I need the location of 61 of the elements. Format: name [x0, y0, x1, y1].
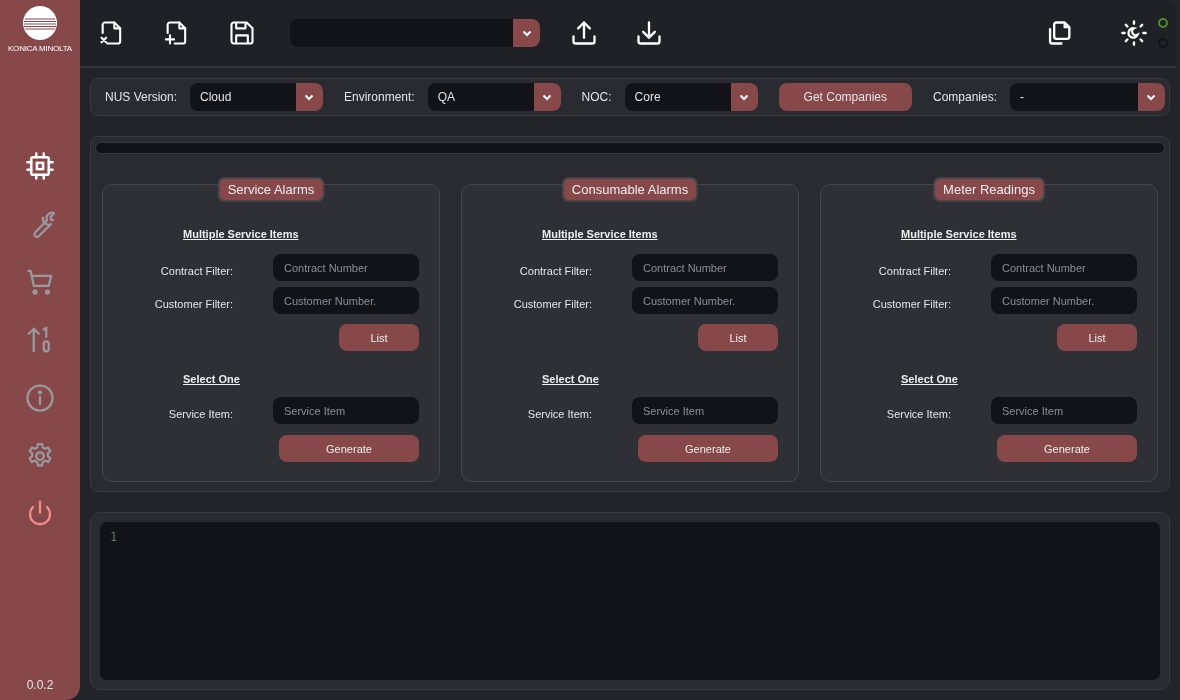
field-label: Contract Filter: — [159, 264, 233, 277]
field-label: Customer Filter: — [871, 297, 951, 310]
code-editor[interactable]: 1 — [100, 522, 1160, 680]
filter-label: NUS Version: — [105, 90, 178, 104]
upload-icon — [570, 19, 598, 47]
logo-icon — [23, 6, 57, 40]
filter-select[interactable]: QA — [427, 83, 561, 111]
section-heading: Multiple Service Items — [542, 228, 659, 240]
input-field[interactable]: Customer Number. — [991, 287, 1137, 314]
filter-label: Environment: — [343, 90, 415, 104]
card-title: Service Alarms — [217, 177, 325, 202]
input-field[interactable]: Contract Number — [632, 254, 778, 281]
generate-button[interactable]: Generate — [638, 435, 778, 462]
generate-button[interactable]: Generate — [997, 435, 1137, 462]
chip-icon — [25, 151, 55, 181]
input-field[interactable]: Service Item — [991, 397, 1137, 424]
file-select[interactable] — [290, 19, 540, 47]
chevron-down-icon — [739, 93, 750, 101]
field-label: Contract Filter: — [877, 264, 951, 277]
field-label: Service Item: — [885, 407, 951, 420]
chevron-down-icon — [521, 29, 532, 37]
filter-select[interactable]: Cloud — [190, 83, 323, 111]
section-heading: Select One — [901, 373, 959, 385]
field-label: Customer Filter: — [153, 297, 233, 310]
sun-moon-icon — [1120, 19, 1148, 47]
field-label: Service Item: — [167, 407, 233, 420]
field-label: Service Item: — [526, 407, 592, 420]
card-title: Consumable Alarms — [561, 177, 699, 202]
line-number: 1 — [110, 530, 119, 544]
input-field[interactable]: Customer Number. — [632, 287, 778, 314]
section-heading: Select One — [183, 373, 241, 385]
card-title: Meter Readings — [933, 177, 1045, 202]
filter-select[interactable]: - — [1010, 83, 1165, 111]
chevron-down-icon — [542, 93, 553, 101]
filter-select[interactable]: Core — [624, 83, 758, 111]
field-label: Contract Filter: — [518, 264, 592, 277]
list-button[interactable]: List — [339, 324, 419, 351]
input-field[interactable]: Contract Number — [273, 254, 419, 281]
download-icon — [635, 19, 663, 47]
filter-label: Companies: — [933, 90, 998, 104]
field-label: Customer Filter: — [512, 297, 592, 310]
section-heading: Multiple Service Items — [901, 228, 1018, 240]
logo-text: KONICA MINOLTA — [8, 44, 72, 53]
list-button[interactable]: List — [698, 324, 778, 351]
theme-toggle-button[interactable] — [1118, 17, 1150, 49]
section-heading: Multiple Service Items — [183, 228, 300, 240]
section-heading: Select One — [542, 373, 600, 385]
input-field[interactable]: Service Item — [273, 397, 419, 424]
chevron-down-icon — [304, 93, 315, 101]
input-field[interactable]: Customer Number. — [273, 287, 419, 314]
input-field[interactable]: Contract Number — [991, 254, 1137, 281]
copy-icon — [1046, 19, 1074, 47]
list-button[interactable]: List — [1057, 324, 1137, 351]
generate-button[interactable]: Generate — [279, 435, 419, 462]
cart-icon — [25, 267, 55, 297]
chevron-down-icon — [1146, 93, 1157, 101]
input-field[interactable]: Service Item — [632, 397, 778, 424]
info-icon — [25, 383, 55, 413]
version-label: 0.0.2 — [26, 678, 54, 692]
get-companies-button[interactable]: Get Companies — [778, 83, 912, 111]
filter-label: NOC: — [581, 90, 612, 104]
